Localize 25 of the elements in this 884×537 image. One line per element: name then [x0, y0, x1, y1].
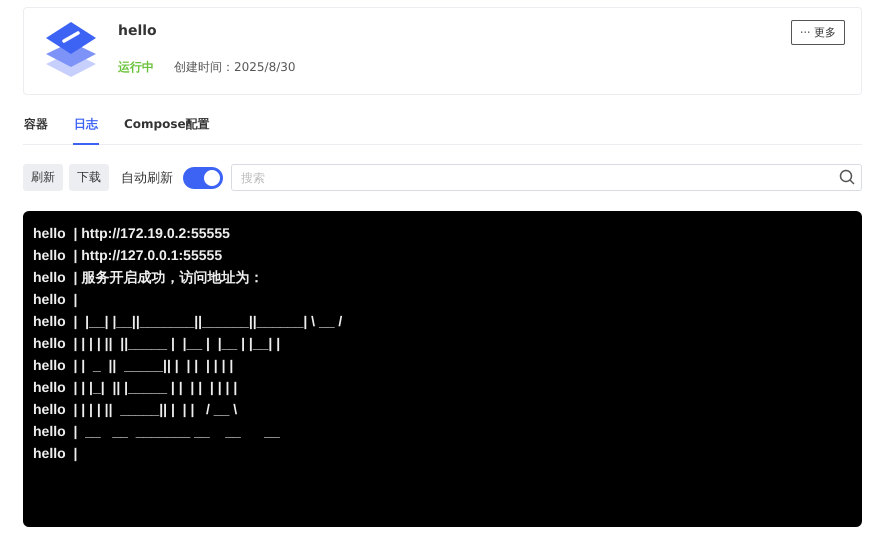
log-line: hello | __ __ _______ __ __ __ — [33, 422, 280, 442]
log-line: hello | — [33, 444, 78, 464]
log-line: hello | 服务开启成功，访问地址为： — [33, 268, 264, 288]
refresh-button[interactable]: 刷新 — [23, 164, 63, 191]
auto-refresh-label: 自动刷新 — [121, 170, 173, 186]
tab[interactable]: 容器 — [23, 111, 49, 145]
log-line: hello | | _ || _____|| | | | | | | | — [33, 356, 234, 376]
status-text: 运行中 — [118, 59, 154, 76]
log-line: hello | — [33, 290, 78, 310]
tab[interactable]: Compose配置 — [123, 111, 211, 145]
log-line: hello | | | | || ||_____ | |__ | |__ | |__| | — [33, 334, 280, 354]
download-button[interactable]: 下载 — [69, 164, 109, 191]
log-line: hello | |__| |__||_______||______||______| \ __ / — [33, 312, 342, 332]
log-line: hello | | |_| || |_____ | | | | | | | | — [33, 378, 238, 398]
created-time: 创建时间：2025/8/30 — [174, 59, 296, 76]
log-line: hello | http://127.0.0.1:55555 — [33, 246, 222, 266]
more-button[interactable]: ··· 更多 — [791, 20, 845, 45]
app-name: hello — [118, 23, 158, 39]
stack-icon — [44, 20, 98, 78]
auto-refresh-toggle[interactable] — [183, 166, 223, 188]
log-line: hello | http://172.19.0.2:55555 — [33, 224, 230, 244]
search-icon — [839, 169, 855, 185]
log-line: hello | | | | || _____|| | | | / __ \ — [33, 400, 238, 420]
tab[interactable]: 日志 — [73, 111, 99, 145]
search-field[interactable]: 搜索 — [231, 164, 862, 191]
